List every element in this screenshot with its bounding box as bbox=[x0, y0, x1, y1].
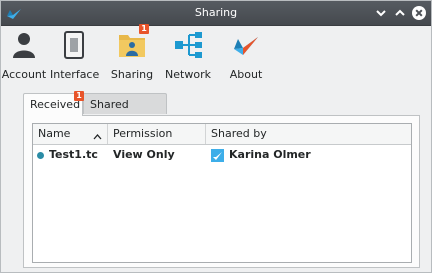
notification-badge: 1 bbox=[139, 24, 149, 34]
window-icon bbox=[58, 29, 90, 61]
shared-files-table[interactable]: Name Permission Shared by Test1.tc View … bbox=[32, 123, 412, 263]
tab-received[interactable]: Received 1 bbox=[23, 91, 84, 116]
toolbar-network[interactable]: Network bbox=[159, 29, 217, 85]
received-panel: Name Permission Shared by Test1.tc View … bbox=[23, 115, 420, 268]
close-icon[interactable] bbox=[411, 5, 427, 21]
column-header-shared-by[interactable]: Shared by bbox=[211, 127, 267, 140]
table-row[interactable]: Test1.tc View Only Karina Olmer bbox=[33, 145, 411, 165]
tab-label: Received bbox=[30, 98, 81, 111]
status-indicator-icon bbox=[37, 152, 44, 159]
shared-by-value: Karina Olmer bbox=[229, 148, 311, 161]
file-name: Test1.tc bbox=[49, 148, 98, 161]
toolbar-label: Network bbox=[165, 68, 211, 81]
minimize-icon[interactable] bbox=[373, 5, 389, 21]
toolbar-label: About bbox=[229, 68, 263, 81]
toolbar-interface[interactable]: Interface bbox=[50, 29, 100, 85]
column-divider[interactable] bbox=[107, 124, 108, 144]
shared-folder-icon: 1 bbox=[116, 24, 149, 61]
toolbar-account[interactable]: Account bbox=[1, 29, 47, 85]
column-header-permission[interactable]: Permission bbox=[113, 127, 172, 140]
network-icon bbox=[172, 29, 204, 61]
permission-value: View Only bbox=[113, 148, 175, 161]
toolbar-label: Interface bbox=[50, 68, 100, 81]
column-header-name[interactable]: Name bbox=[38, 127, 70, 140]
app-window: Sharing Account Interface 1 Sharing Netw… bbox=[0, 0, 432, 273]
sort-ascending-icon[interactable] bbox=[93, 130, 102, 143]
title-bar[interactable]: Sharing bbox=[1, 1, 431, 26]
tab-shared-folders[interactable]: Shared Folders bbox=[83, 93, 167, 132]
user-icon bbox=[8, 29, 40, 61]
notification-badge: 1 bbox=[74, 91, 84, 101]
maximize-icon[interactable] bbox=[392, 5, 408, 21]
table-header: Name Permission Shared by bbox=[33, 124, 411, 145]
toolbar-label: Sharing bbox=[110, 68, 154, 81]
toolbar-sharing[interactable]: 1 Sharing bbox=[107, 24, 157, 85]
app-logo-icon bbox=[230, 29, 262, 61]
settings-toolbar: Account Interface 1 Sharing Network Abou… bbox=[1, 24, 431, 86]
sender-app-icon bbox=[211, 149, 224, 162]
toolbar-label: Account bbox=[1, 68, 47, 81]
window-title: Sharing bbox=[194, 6, 238, 19]
column-divider[interactable] bbox=[205, 124, 206, 144]
toolbar-about[interactable]: About bbox=[225, 29, 267, 85]
